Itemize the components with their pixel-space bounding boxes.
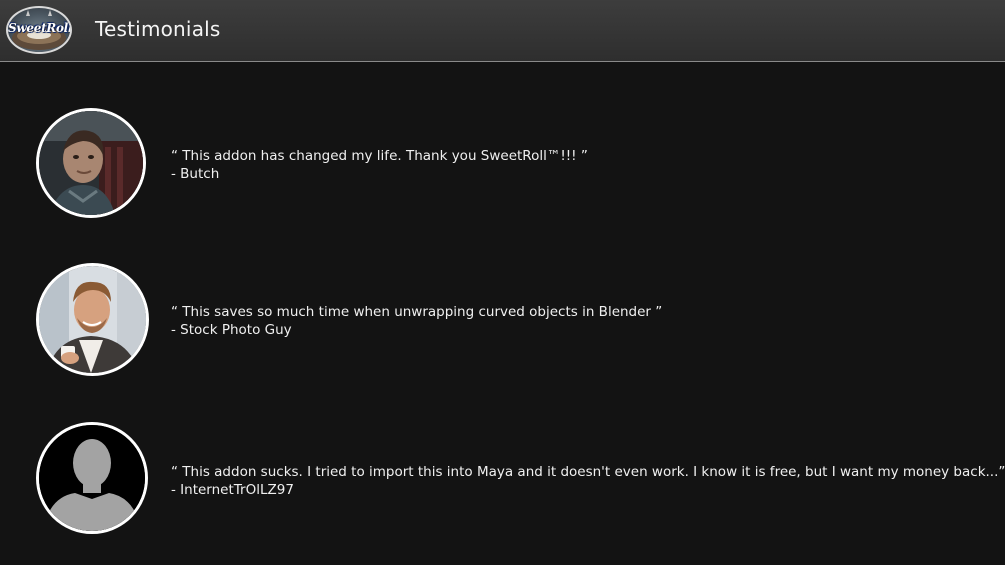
testimonial-text: “ This saves so much time when unwrappin… xyxy=(171,303,662,339)
boy-portrait-icon xyxy=(39,111,143,215)
testimonial-author: - Stock Photo Guy xyxy=(171,322,292,338)
avatar-internettrollz97 xyxy=(36,422,148,534)
avatar-stock-photo-guy xyxy=(36,263,149,376)
logo-text: SweetRoll xyxy=(8,21,72,35)
testimonial-item: “ This addon has changed my life. Thank … xyxy=(0,108,1005,220)
sweetroll-logo[interactable]: SweetRoll xyxy=(6,6,72,54)
testimonial-item: “ This addon sucks. I tried to import th… xyxy=(0,422,1005,534)
testimonial-author: - InternetTrOlLZ97 xyxy=(171,482,294,498)
default-user-silhouette-icon xyxy=(39,425,145,531)
testimonial-quote: “ This addon has changed my life. Thank … xyxy=(171,148,588,164)
app-header: SweetRoll Testimonials xyxy=(0,0,1005,62)
testimonial-text: “ This addon has changed my life. Thank … xyxy=(171,147,588,183)
testimonial-quote: “ This saves so much time when unwrappin… xyxy=(171,304,663,320)
testimonial-item: “ This saves so much time when unwrappin… xyxy=(0,263,1005,376)
testimonial-author: - Butch xyxy=(171,166,220,182)
testimonial-quote: “ This addon sucks. I tried to import th… xyxy=(171,464,1005,480)
testimonial-text: “ This addon sucks. I tried to import th… xyxy=(171,463,1005,499)
avatar-butch xyxy=(36,108,146,218)
page-title: Testimonials xyxy=(95,17,221,41)
smiling-man-portrait-icon xyxy=(39,266,146,373)
